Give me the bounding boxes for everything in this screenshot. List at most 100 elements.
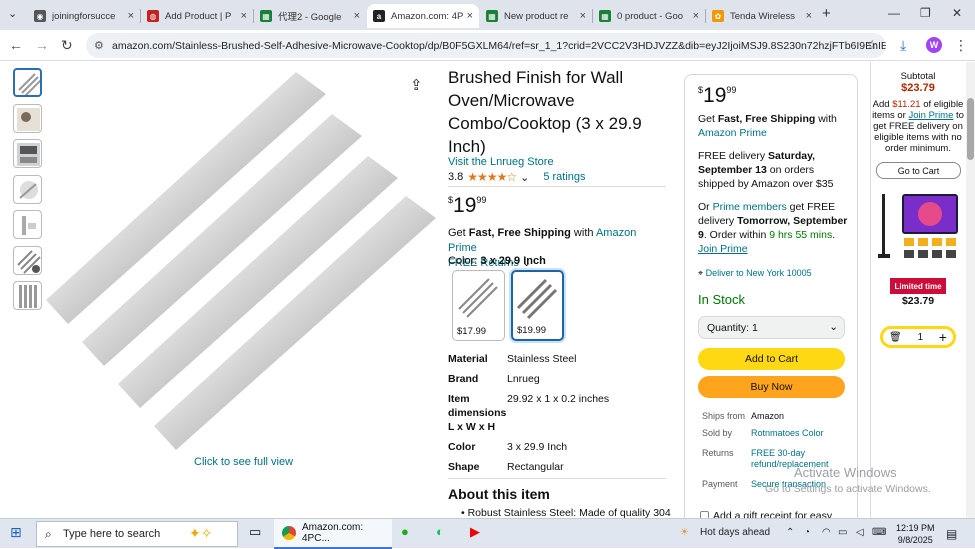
browser-tab[interactable]: ◉ joiningforsucce × — [28, 4, 140, 28]
cart-item-price: $23.79 — [901, 295, 935, 307]
taskbar-app-label: Amazon.com: 4PC... — [302, 522, 364, 544]
color-swatch-1[interactable]: $17.99 — [452, 270, 505, 341]
deliver-to[interactable]: ⌖ Deliver to New York 10005 — [698, 266, 848, 280]
download-icon[interactable]: ⤓ — [900, 37, 906, 54]
tab-close-icon[interactable]: × — [128, 10, 134, 22]
thumbnail-5[interactable] — [13, 210, 42, 239]
network-icon[interactable]: ◔ — [804, 527, 810, 538]
buybox-shipping: Get Fast, Free Shipping with Amazon Prim… — [698, 112, 848, 140]
reload-icon[interactable]: ↻ — [61, 37, 73, 54]
rating-chevron-icon[interactable]: ⌄ — [520, 171, 529, 184]
cart-item-image[interactable] — [878, 190, 960, 272]
weather-icon[interactable]: ☀ — [680, 527, 689, 538]
notifications-icon[interactable]: ▤ — [946, 527, 957, 541]
tray-chevron-icon[interactable]: ⌃ — [786, 527, 794, 538]
minimize-icon[interactable]: — — [888, 6, 900, 20]
browser-tab[interactable]: ◍ Add Product | P × — [141, 4, 253, 28]
price-fraction: 99 — [476, 195, 487, 205]
ratings-count-link[interactable]: 5 ratings — [543, 171, 585, 183]
quantity-select[interactable]: Quantity: 1 ⌄ — [698, 316, 845, 339]
taskbar-chrome-app[interactable]: Amazon.com: 4PC... — [274, 519, 392, 549]
thumbnail-6[interactable] — [13, 246, 42, 275]
swatch-image — [516, 278, 558, 320]
tab-close-icon[interactable]: × — [580, 10, 586, 22]
tab-close-icon[interactable]: × — [241, 10, 247, 22]
browser-tab[interactable]: ▦ New product re × — [480, 4, 592, 28]
thumbnail-7[interactable] — [13, 281, 42, 310]
forward-arrow-icon[interactable]: → — [35, 37, 49, 53]
thumbnail-3[interactable] — [13, 139, 42, 168]
search-placeholder: Type here to search — [63, 528, 161, 540]
product-title: Brushed Finish for Wall Oven/Microwave C… — [448, 68, 642, 156]
quantity-stepper[interactable]: 🗑 1 + — [880, 326, 956, 348]
thumbnail-1[interactable] — [13, 68, 42, 97]
main-product-image[interactable] — [40, 68, 440, 454]
gift-label: Add a gift receipt for easy — [713, 510, 833, 518]
prime-members-link[interactable]: Prime members — [713, 201, 787, 213]
divider — [448, 478, 666, 479]
swatch-price: $19.99 — [517, 325, 547, 336]
back-arrow-icon[interactable]: ← — [9, 37, 23, 53]
clock[interactable]: 12:19 PM 9/8/2025 — [896, 522, 935, 546]
color-swatch-2[interactable]: $19.99 — [511, 270, 564, 341]
thumbnail-image — [17, 250, 41, 274]
battery-icon[interactable]: ▭ — [838, 527, 847, 538]
keyboard-icon[interactable]: ⌨ — [872, 527, 886, 538]
shipping-prefix: Get — [448, 227, 469, 239]
task-view-icon[interactable]: ▭ — [249, 524, 261, 540]
close-window-icon[interactable]: ✕ — [952, 6, 962, 20]
wifi-icon[interactable]: ◠ — [822, 527, 831, 538]
spec-value: Rectangular — [507, 461, 564, 473]
full-view-link[interactable]: Click to see full view — [194, 456, 293, 468]
quantity-label: Quantity: — [707, 322, 750, 334]
thumbnail-2[interactable] — [13, 104, 42, 133]
scrollbar-thumb[interactable] — [967, 98, 974, 160]
browser-tab[interactable]: a Amazon.com: 4P × — [367, 4, 479, 28]
wechat-icon[interactable]: ◐ — [436, 524, 444, 539]
tab-close-icon[interactable]: × — [806, 10, 812, 22]
tab-favicon-icon: ▦ — [599, 10, 611, 22]
page-scrollbar[interactable] — [966, 62, 975, 518]
new-tab-plus-icon[interactable]: + — [822, 5, 831, 22]
address-bar[interactable]: ⚙ amazon.com/Stainless-Brushed-Self-Adhe… — [86, 33, 886, 58]
youtube-icon[interactable]: ▶ — [470, 524, 480, 540]
store-link[interactable]: Visit the Lnrueg Store — [448, 156, 554, 168]
site-settings-icon[interactable]: ⚙ — [94, 39, 104, 52]
menu-dots-icon[interactable]: ⋮ — [954, 37, 968, 54]
go-to-cart-button[interactable]: Go to Cart — [876, 162, 961, 179]
windows-start-icon[interactable]: ⊞ — [10, 524, 22, 541]
profile-avatar[interactable]: W — [926, 37, 942, 53]
tab-close-icon[interactable]: × — [693, 10, 699, 22]
tab-close-icon[interactable]: × — [467, 10, 473, 22]
bookmark-star-icon[interactable]: ☆ — [866, 37, 878, 53]
trash-icon[interactable]: 🗑 — [889, 332, 902, 343]
thumbnail-4[interactable] — [13, 175, 42, 204]
browser-tab[interactable]: ▦ 0 product - Goo × — [593, 4, 705, 28]
browser-tab[interactable]: ▦ 代理2 - Google × — [254, 4, 366, 28]
prime-link[interactable]: Amazon Prime — [698, 127, 767, 139]
gift-receipt-option[interactable]: Add a gift receipt for easy — [700, 510, 832, 518]
plus-icon[interactable]: + — [939, 329, 947, 345]
spec-key: Material — [448, 353, 488, 365]
tab-close-icon[interactable]: × — [354, 10, 360, 22]
restore-icon[interactable]: ❐ — [920, 6, 931, 20]
taskbar-search[interactable]: ⌕ Type here to search ✦✧ — [36, 521, 238, 547]
deliver-to-link[interactable]: Deliver to New York 10005 — [706, 268, 812, 278]
bullet-text: Robust Stainless Steel: Made of quality … — [467, 507, 671, 518]
rating-stars-icon[interactable]: ★★★★☆ — [467, 170, 517, 184]
app-icon-green[interactable]: ● — [401, 524, 409, 539]
chevron-down-icon: ⌄ — [829, 321, 838, 333]
spec-value: Stainless Steel — [507, 353, 577, 365]
buy-now-button[interactable]: Buy Now — [698, 376, 845, 398]
tab-favicon-icon: ◉ — [34, 10, 46, 22]
tab-search-icon[interactable]: ⌄ — [8, 7, 17, 20]
gift-checkbox[interactable] — [700, 511, 709, 518]
browser-tab[interactable]: ✿ Tenda Wireless × — [706, 4, 818, 28]
color-label-text: Color: — [448, 255, 481, 267]
seller-link[interactable]: Rotnmatoes Color — [751, 428, 831, 439]
weather-text[interactable]: Hot days ahead — [700, 527, 770, 538]
add-to-cart-button[interactable]: Add to Cart — [698, 348, 845, 370]
join-prime-link[interactable]: Join Prime — [698, 243, 748, 255]
volume-icon[interactable]: ◁ — [856, 527, 864, 538]
join-prime-link[interactable]: Join Prime — [909, 110, 954, 121]
